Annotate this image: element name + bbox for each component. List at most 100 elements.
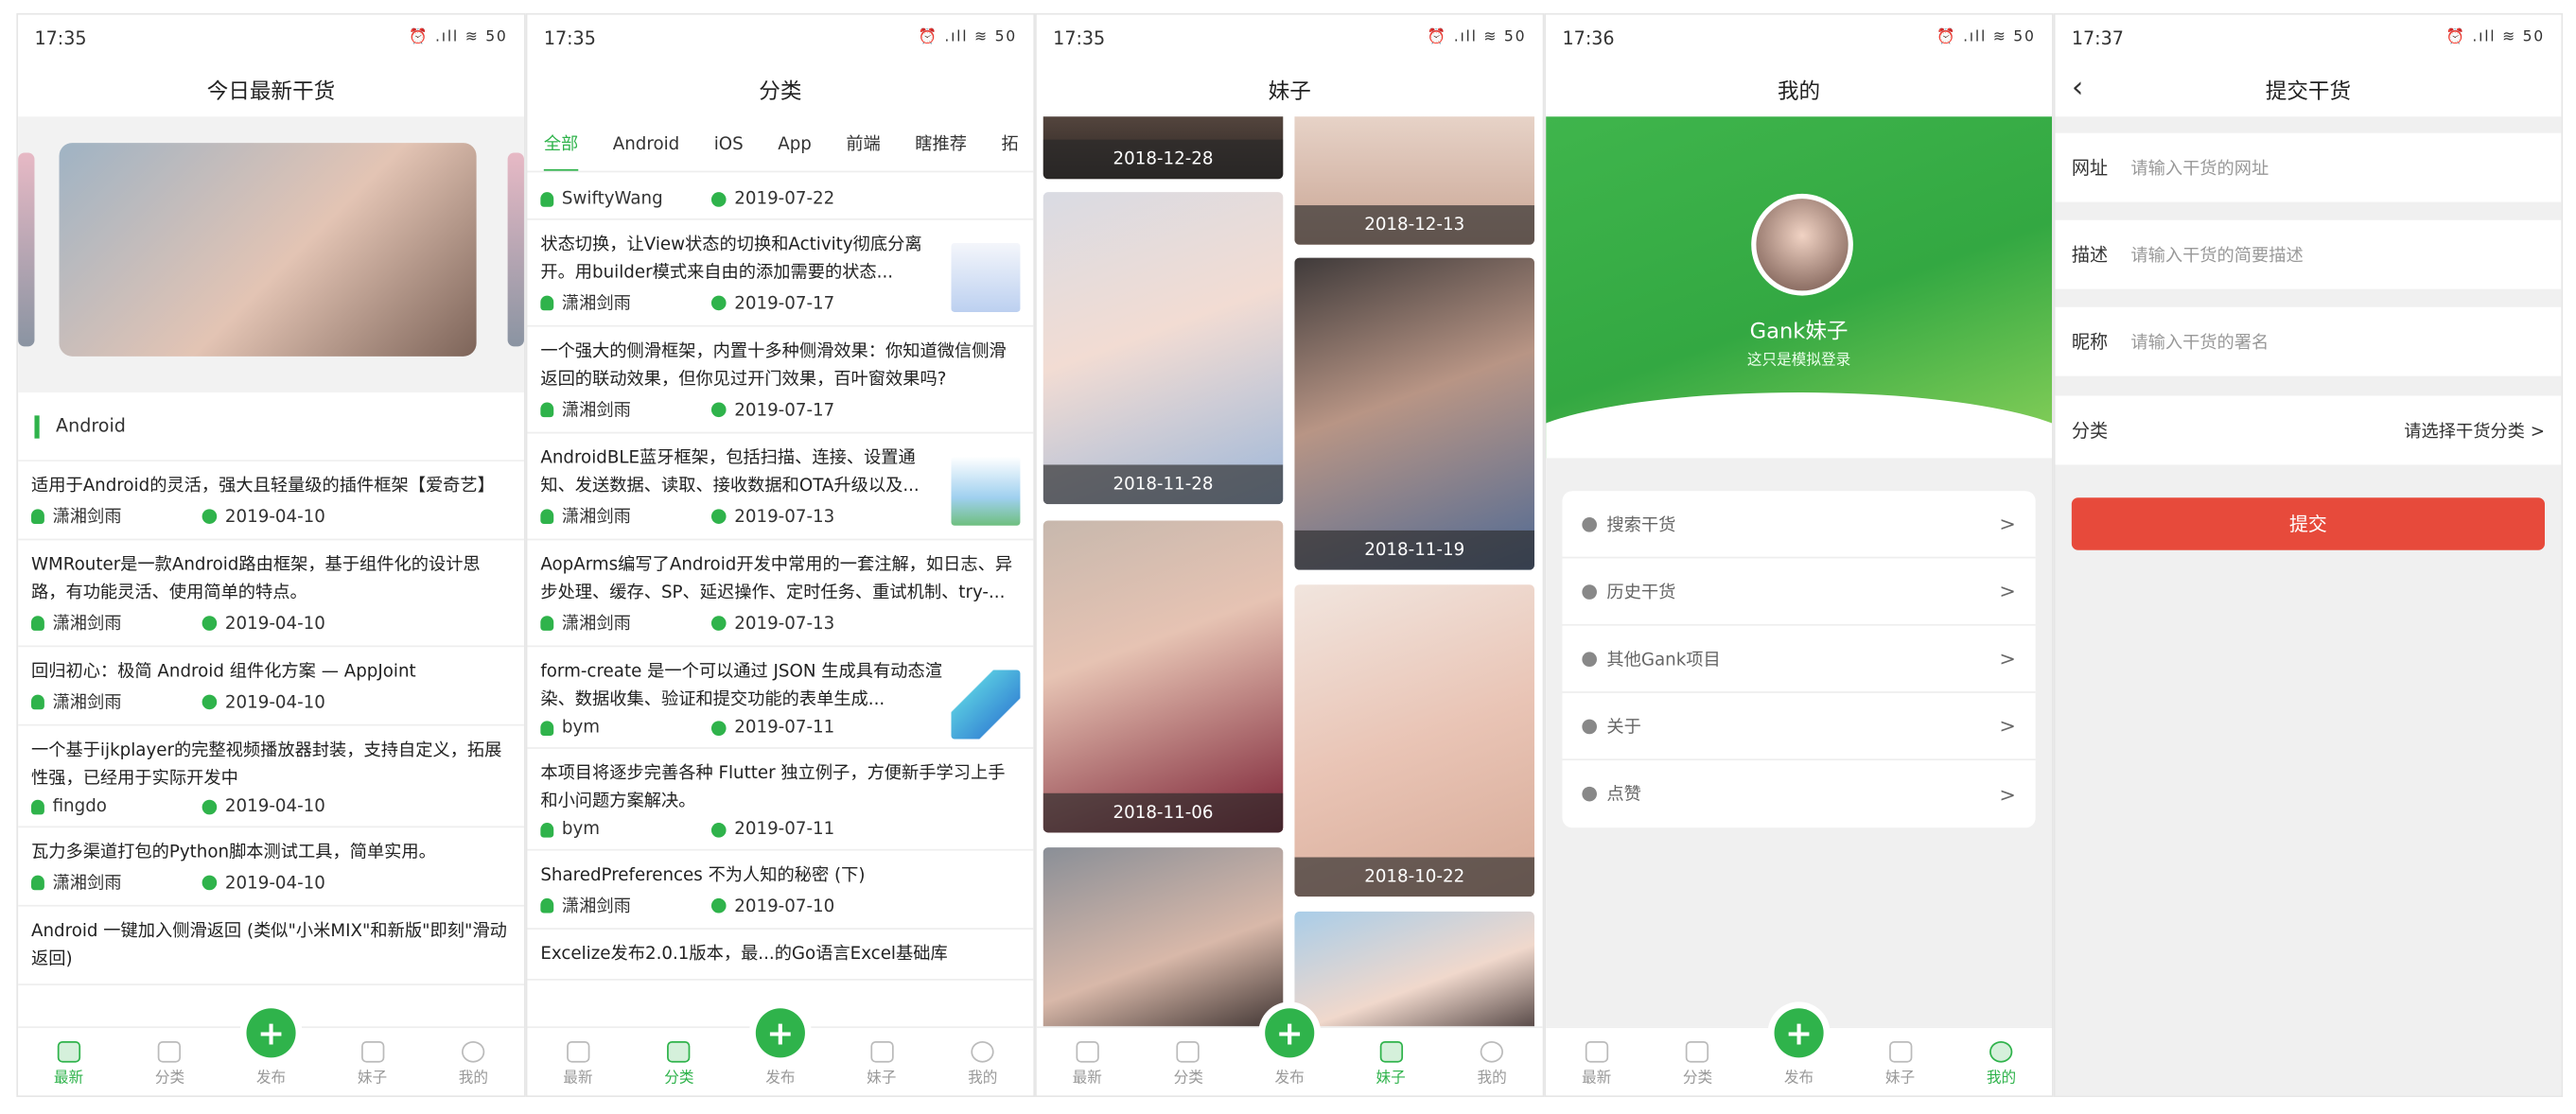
list-item[interactable]: Excelize发布2.0.1版本，最...的Go语言Excel基础库	[527, 930, 1034, 981]
tab-mine[interactable]: 我的	[1442, 1028, 1543, 1095]
photo-card[interactable]: 2018-11-28	[1043, 192, 1284, 505]
tab-latest[interactable]: 最新	[18, 1028, 119, 1095]
photo-card[interactable]: 2018-12-28	[1043, 116, 1284, 180]
status-icons: ⏰ .ıll ≋ 50	[1936, 29, 2036, 46]
item-date: 2019-04-10	[224, 506, 325, 527]
menu-label: 其他Gank项目	[1606, 649, 1721, 670]
tab-category[interactable]: 分类	[1647, 1028, 1748, 1095]
tab-frontend[interactable]: 前端	[846, 116, 880, 170]
item-thumbnail	[951, 456, 1021, 526]
list-item[interactable]: SwiftyWang 2019-07-22	[527, 172, 1034, 220]
plus-icon[interactable]: +	[1265, 1008, 1315, 1058]
submit-button[interactable]: 提交	[2071, 497, 2545, 550]
github-icon	[1582, 651, 1597, 667]
user-icon	[540, 897, 554, 914]
banner-image[interactable]	[59, 143, 477, 357]
plus-icon[interactable]: +	[1774, 1008, 1824, 1058]
tab-girl[interactable]: 妹子	[831, 1028, 932, 1095]
list-item[interactable]: 本项目将逐步完善各种 Flutter 独立例子，方便新手学习上手和小问题方案解决…	[527, 749, 1034, 851]
photo-card[interactable]	[1294, 911, 1534, 1027]
desc-field[interactable]: 描述 请输入干货的简要描述	[2055, 219, 2562, 289]
category-select[interactable]: 分类 请选择干货分类 >	[2055, 395, 2562, 465]
tab-mine[interactable]: 我的	[932, 1028, 1033, 1095]
nickname-field[interactable]: 昵称 请输入干货的署名	[2055, 306, 2562, 376]
plus-icon[interactable]: +	[246, 1008, 296, 1058]
screen-latest: 17:35 ⏰ .ıll ≋ 50 今日最新干货 Android 适用于Andro…	[16, 12, 526, 1098]
list-item[interactable]: 一个强大的侧滑框架，内置十多种侧滑效果：你知道微信侧滑返回的联动效果，但你见过开…	[527, 327, 1034, 434]
tab-ios[interactable]: iOS	[714, 116, 744, 170]
tab-latest[interactable]: 最新	[1546, 1028, 1647, 1095]
avatar[interactable]	[1751, 193, 1853, 296]
tab-category[interactable]: 分类	[1138, 1028, 1239, 1095]
list-item[interactable]: 一个基于ijkplayer的完整视频播放器封装，支持自定义，拓展性强，已经用于实…	[18, 726, 524, 828]
clock-icon	[710, 509, 727, 524]
photo-card[interactable]	[1043, 847, 1284, 1027]
nickname-input[interactable]: 请输入干货的署名	[2130, 329, 2269, 354]
item-author: fingdo	[52, 796, 107, 817]
list-item[interactable]: 回归初心：极简 Android 组件化方案 — AppJoint 潇湘剑雨 2019…	[18, 647, 524, 726]
category-value[interactable]: 请选择干货分类 >	[2404, 418, 2545, 443]
plus-icon[interactable]: +	[755, 1008, 805, 1058]
menu-item-projects[interactable]: 其他Gank项目 >	[1562, 626, 2036, 693]
tab-recommend[interactable]: 瞎推荐	[915, 116, 967, 170]
list-item[interactable]: Android 一键加入侧滑返回 (类似"小米MIX"和新版"即刻"滑动返回)	[18, 907, 524, 985]
banner-carousel[interactable]	[18, 116, 524, 393]
photo-card[interactable]: 2018-10-22	[1294, 584, 1534, 897]
tab-girl[interactable]: 妹子	[1849, 1028, 1951, 1095]
list-item[interactable]: form-create 是一个可以通过 JSON 生成具有动态渲染、数据收集、验…	[527, 647, 1034, 749]
tab-latest[interactable]: 最新	[527, 1028, 628, 1095]
tab-girl[interactable]: 妹子	[322, 1028, 423, 1095]
menu-item-search[interactable]: 搜索干货 >	[1562, 491, 2036, 559]
menu-item-about[interactable]: 关于 >	[1562, 693, 2036, 761]
tab-all[interactable]: 全部	[543, 116, 579, 171]
bottom-tab-bar: 最新 分类 + 发布 妹子 我的	[18, 1008, 524, 1096]
tab-publish[interactable]: + 发布	[729, 1008, 831, 1095]
tab-publish[interactable]: + 发布	[1748, 1008, 1849, 1095]
stage: 17:35 ⏰ .ıll ≋ 50 今日最新干货 Android 适用于Andro…	[0, 0, 2576, 1114]
grid-icon	[1686, 1041, 1709, 1063]
menu-item-history[interactable]: 历史干货 >	[1562, 558, 2036, 626]
tab-girl[interactable]: 妹子	[1341, 1028, 1442, 1095]
photo-date: 2018-12-13	[1294, 205, 1534, 245]
list-item[interactable]: 适用于Android的灵活，强大且轻量级的插件框架【爱奇艺】 潇湘剑雨 2019-0…	[18, 461, 524, 541]
desc-input[interactable]: 请输入干货的简要描述	[2130, 242, 2303, 267]
tab-category[interactable]: 分类	[628, 1028, 729, 1095]
list-item[interactable]: 瓦力多渠道打包的Python脚本测试工具，简单实用。 潇湘剑雨 2019-04-10	[18, 827, 524, 907]
clock-icon	[710, 295, 727, 311]
item-date: 2019-07-13	[734, 506, 835, 527]
tab-publish[interactable]: + 发布	[1239, 1008, 1341, 1095]
menu-label: 点赞	[1606, 785, 1641, 805]
tab-mine[interactable]: 我的	[1951, 1028, 2052, 1095]
tab-publish[interactable]: + 发布	[220, 1008, 322, 1095]
photo-card[interactable]: 2018-11-06	[1043, 520, 1284, 833]
status-bar: 17:35 ⏰ .ıll ≋ 50	[18, 14, 524, 61]
item-date: 2019-07-11	[734, 819, 835, 840]
tab-android[interactable]: Android	[613, 116, 680, 170]
list-item[interactable]: AndroidBLE蓝牙框架，包括扫描、连接、设置通知、发送数据、读取、接收数据…	[527, 433, 1034, 541]
tab-label: 妹子	[867, 1070, 897, 1088]
url-field[interactable]: 网址 请输入干货的网址	[2055, 132, 2562, 202]
list-item[interactable]: 状态切换，让View状态的切换和Activity彻底分离开。用builder模式…	[527, 220, 1034, 327]
person-icon	[1989, 1041, 2013, 1063]
tab-more[interactable]: 拓	[1001, 116, 1018, 170]
list-item[interactable]: AopArms编写了Android开发中常用的一套注解，如日志、异步处理、缓存、…	[527, 540, 1034, 648]
back-arrow-icon[interactable]: ‹	[2072, 71, 2084, 105]
item-date: 2019-07-17	[734, 399, 835, 420]
photo-card[interactable]: 2018-11-19	[1294, 257, 1534, 570]
tab-app[interactable]: App	[778, 116, 812, 170]
menu-list: 搜索干货 > 历史干货 > 其他Gank项目 > 关于 > 点赞 >	[1562, 491, 2036, 828]
menu-item-like[interactable]: 点赞 >	[1563, 760, 2036, 827]
profile-subtitle: 这只是模拟登录	[1746, 353, 1851, 370]
tab-latest[interactable]: 最新	[1037, 1028, 1138, 1095]
clock-icon	[710, 897, 727, 914]
list-item[interactable]: WMRouter是一款Android路由框架，基于组件化的设计思路，有功能灵活、…	[18, 540, 524, 648]
banner-prev-image	[18, 152, 35, 347]
photo-card[interactable]: 2018-12-13	[1294, 116, 1534, 245]
screen-submit: 17:37 ⏰ .ıll ≋ 50 ‹ 提交干货 网址 请输入干货的网址 描述 请输入干…	[2053, 12, 2564, 1098]
url-input[interactable]: 请输入干货的网址	[2130, 155, 2269, 180]
list-item[interactable]: SharedPreferences 不为人知的秘密 (下) 潇湘剑雨 2019-07…	[527, 851, 1034, 930]
item-date: 2019-07-11	[734, 717, 835, 738]
tab-label: 分类	[1682, 1070, 1713, 1088]
tab-category[interactable]: 分类	[119, 1028, 220, 1095]
tab-mine[interactable]: 我的	[423, 1028, 524, 1095]
